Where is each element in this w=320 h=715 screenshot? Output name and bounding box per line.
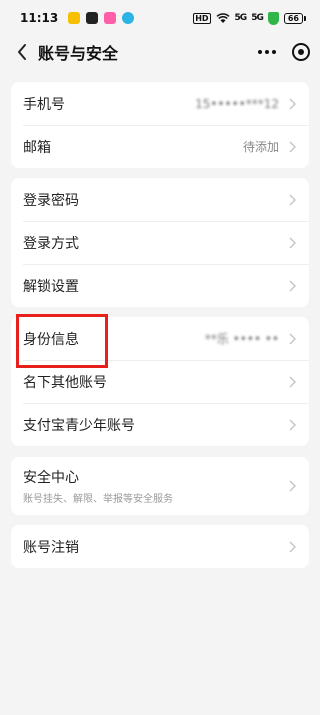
security-center-row[interactable]: 安全中心 账号挂失、解限、举报等安全服务 [11, 457, 309, 515]
account-cancel-row[interactable]: 账号注销 [11, 525, 309, 568]
app-notification-icon [104, 12, 117, 24]
chevron-right-icon [287, 540, 297, 554]
security-center-title: 安全中心 [23, 470, 79, 486]
chevron-right-icon [287, 279, 297, 293]
chevron-right-icon [287, 418, 297, 432]
identity-info-label: 身份信息 [23, 331, 79, 348]
chevron-right-icon [287, 479, 297, 493]
battery-level: 66 [283, 12, 303, 24]
account-cancel-label: 账号注销 [23, 539, 79, 556]
login-password-row[interactable]: 登录密码 [11, 178, 309, 221]
page-title: 账号与安全 [38, 44, 119, 63]
login-method-row[interactable]: 登录方式 [11, 221, 309, 264]
other-accounts-row[interactable]: 名下其他账号 [11, 360, 309, 403]
chevron-right-icon [287, 375, 297, 389]
account-cancel-card: 账号注销 [11, 525, 309, 568]
status-bar: 11:13 HD 5G 5G 66 [0, 0, 320, 36]
status-time: 11:13 [20, 11, 59, 25]
security-center-subtitle: 账号挂失、解限、举报等安全服务 [23, 494, 173, 505]
youth-account-label: 支付宝青少年账号 [23, 417, 135, 434]
chevron-right-icon [287, 97, 297, 111]
login-card: 登录密码 登录方式 解锁设置 [11, 178, 309, 307]
identity-info-row[interactable]: 身份信息 **乐 •••• •• [11, 317, 309, 360]
more-options-button[interactable] [258, 50, 276, 54]
security-center-card: 安全中心 账号挂失、解限、举报等安全服务 [11, 457, 309, 515]
login-method-label: 登录方式 [23, 235, 79, 252]
app-notification-icon [122, 12, 135, 24]
identity-card: 身份信息 **乐 •••• •• 名下其他账号 支付宝青少年账号 [11, 317, 309, 446]
chevron-right-icon [287, 193, 297, 207]
login-password-label: 登录密码 [23, 192, 79, 209]
contact-card: 手机号 15•••••***12 邮箱 待添加 [11, 82, 309, 168]
unlock-settings-row[interactable]: 解锁设置 [11, 264, 309, 307]
back-button[interactable] [10, 40, 34, 64]
email-label: 邮箱 [23, 139, 51, 156]
app-notification-icon [86, 12, 99, 24]
shield-icon [267, 11, 279, 25]
email-row[interactable]: 邮箱 待添加 [11, 125, 309, 168]
nav-bar: 账号与安全 [0, 36, 320, 68]
hd-badge: HD [193, 12, 211, 24]
identity-info-value: **乐 •••• •• [204, 332, 279, 346]
chevron-right-icon [287, 332, 297, 346]
unlock-settings-label: 解锁设置 [23, 278, 79, 295]
youth-account-row[interactable]: 支付宝青少年账号 [11, 403, 309, 446]
chevron-right-icon [287, 140, 297, 154]
wifi-icon [216, 12, 230, 23]
signal-icon: 5G [234, 13, 248, 23]
other-accounts-label: 名下其他账号 [23, 374, 107, 391]
phone-value: 15•••••***12 [195, 96, 279, 111]
mini-program-close-button[interactable] [292, 43, 310, 61]
battery-icon: 66 [283, 12, 306, 24]
chevron-right-icon [287, 236, 297, 250]
email-value: 待添加 [242, 140, 279, 154]
phone-row[interactable]: 手机号 15•••••***12 [11, 82, 309, 125]
app-notification-icon [68, 12, 81, 24]
chevron-left-icon [18, 44, 26, 60]
signal-icon: 5G [251, 13, 264, 23]
phone-label: 手机号 [23, 96, 65, 113]
